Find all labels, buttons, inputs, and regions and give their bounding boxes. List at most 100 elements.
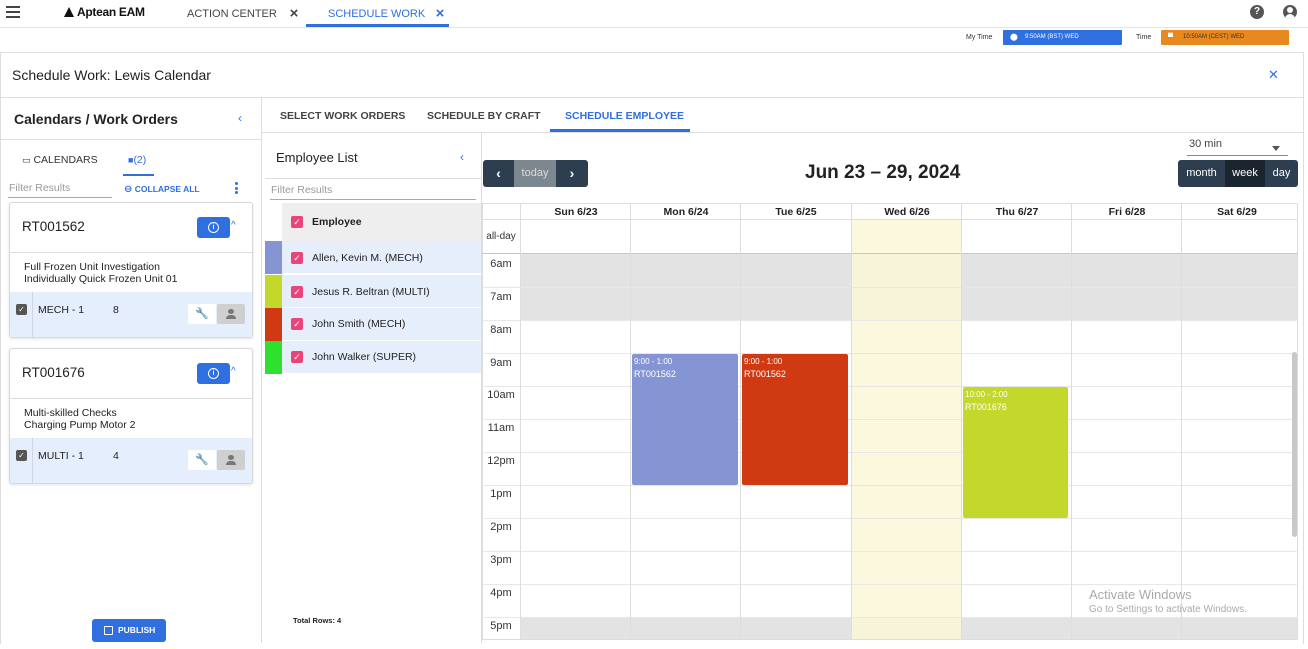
activation-watermark: Activate Windows xyxy=(1089,587,1192,602)
prev-week-button[interactable]: ‹ xyxy=(483,160,514,187)
hour-label: 3pm xyxy=(490,554,512,566)
collapse-left-panel-icon[interactable]: ‹ xyxy=(238,111,242,125)
hour-label: 2pm xyxy=(490,521,512,533)
total-rows: Total Rows: 4 xyxy=(293,616,342,625)
event-title: RT001562 xyxy=(744,369,786,379)
left-filter-input[interactable]: Filter Results xyxy=(9,182,70,194)
publish-button[interactable]: PUBLISH xyxy=(92,619,166,642)
close-icon[interactable]: ✕ xyxy=(1268,67,1279,83)
work-order-id: RT001562 xyxy=(22,219,85,234)
chevron-down-icon xyxy=(1272,146,1280,151)
my-time-display: ⬤ 9:50AM (BST) WED xyxy=(1003,30,1122,45)
chevron-up-icon[interactable]: ^ xyxy=(231,220,236,231)
close-tab-action-center-icon[interactable]: × xyxy=(288,6,300,21)
hour-label: 8am xyxy=(490,324,512,336)
work-order-description: Full Frozen Unit Investigation xyxy=(24,261,160,273)
day-header: Tue 6/25 xyxy=(775,206,817,218)
info-button[interactable]: i xyxy=(197,217,230,238)
hour-label: 7am xyxy=(490,291,512,303)
time-label: Time xyxy=(1136,34,1152,41)
employee-name: John Walker (SUPER) xyxy=(312,351,417,363)
employee-column-header: Employee xyxy=(312,216,362,228)
my-time-label: My Time xyxy=(966,34,993,41)
employee-name: John Smith (MECH) xyxy=(312,318,406,330)
chevron-up-icon[interactable]: ^ xyxy=(231,366,236,377)
calendar-title: Jun 23 – 29, 2024 xyxy=(805,162,961,183)
info-icon: i xyxy=(208,368,219,379)
select-all-checkbox[interactable]: ✓ xyxy=(291,216,303,228)
hour-label: 6am xyxy=(490,258,512,270)
work-order-asset: Individually Quick Frozen Unit 01 xyxy=(24,273,178,285)
user-account-icon[interactable] xyxy=(1283,5,1297,19)
employee-checkbox[interactable]: ✓ xyxy=(291,351,303,363)
craft-checkbox[interactable]: ✓ xyxy=(16,304,27,315)
event-title: RT001562 xyxy=(634,369,676,379)
left-panel-title: Calendars / Work Orders xyxy=(14,111,178,127)
craft-checkbox[interactable]: ✓ xyxy=(16,450,27,461)
calendar-event[interactable]: 10:00 - 2:00 RT001676 xyxy=(963,387,1068,518)
top-bar: Aptean EAM ACTION CENTER × SCHEDULE WORK… xyxy=(0,0,1308,28)
work-order-description: Multi-skilled Checks xyxy=(24,407,117,419)
hour-label: 12pm xyxy=(487,455,515,467)
day-header: Sat 6/29 xyxy=(1217,206,1257,218)
hamburger-menu-icon[interactable] xyxy=(6,6,20,18)
next-week-button[interactable]: › xyxy=(556,160,588,187)
employee-name: Jesus R. Beltran (MULTI) xyxy=(312,286,430,298)
time-display: ▀ 10:50AM (CEST) WED xyxy=(1161,30,1289,45)
calendar-grid[interactable] xyxy=(482,203,1298,640)
employee-filter-input[interactable]: Filter Results xyxy=(271,184,332,196)
collapse-employee-list-icon[interactable]: ‹ xyxy=(460,150,464,164)
page-title: Schedule Work: Lewis Calendar xyxy=(12,67,211,83)
more-options-icon[interactable] xyxy=(235,182,238,196)
assign-person-icon[interactable] xyxy=(217,450,245,470)
employee-checkbox[interactable]: ✓ xyxy=(291,252,303,264)
assign-person-icon[interactable] xyxy=(217,304,245,324)
work-order-asset: Charging Pump Motor 2 xyxy=(24,419,136,431)
info-button[interactable]: i xyxy=(197,363,230,384)
tab-action-center[interactable]: ACTION CENTER xyxy=(187,0,277,28)
craft-label: MECH - 1 xyxy=(38,304,85,316)
tab-schedule-employee[interactable]: SCHEDULE EMPLOYEE xyxy=(565,110,684,122)
left-tab-indicator xyxy=(123,174,154,176)
wrench-icon[interactable]: 🔧 xyxy=(188,304,216,324)
calendar-event[interactable]: 9:00 - 1:00 RT001562 xyxy=(742,354,848,485)
view-month-button[interactable]: month xyxy=(1178,160,1225,187)
tab-work-orders[interactable]: ■(2) xyxy=(128,154,146,166)
hour-label: 5pm xyxy=(490,620,512,632)
minus-circle-icon: ⊖ xyxy=(124,184,133,195)
slot-duration-select[interactable]: 30 min xyxy=(1187,138,1288,156)
activation-watermark-sub: Go to Settings to activate Windows. xyxy=(1089,604,1247,615)
event-time: 9:00 - 1:00 xyxy=(634,357,673,366)
hour-label: 9am xyxy=(490,357,512,369)
day-header: Wed 6/26 xyxy=(884,206,930,218)
tab-calendars[interactable]: ▭ CALENDARS xyxy=(22,154,98,166)
today-button[interactable]: today xyxy=(514,160,556,187)
collapse-all-button[interactable]: ⊖ COLLAPSE ALL xyxy=(124,184,200,195)
calendar-event[interactable]: 9:00 - 1:00 RT001562 xyxy=(632,354,738,485)
building-icon: ▀ xyxy=(1168,34,1173,41)
employee-color-swatch xyxy=(265,275,282,308)
wrench-icon[interactable]: 🔧 xyxy=(188,450,216,470)
craft-hours: 4 xyxy=(113,450,119,462)
event-time: 9:00 - 1:00 xyxy=(744,357,783,366)
help-icon[interactable]: ? xyxy=(1250,5,1264,19)
employee-name: Allen, Kevin M. (MECH) xyxy=(312,252,423,264)
employee-checkbox[interactable]: ✓ xyxy=(291,318,303,330)
hour-label: 10am xyxy=(487,389,515,401)
event-title: RT001676 xyxy=(965,402,1007,412)
employee-color-swatch xyxy=(265,341,282,374)
close-tab-schedule-work-icon[interactable]: × xyxy=(434,6,446,21)
tab-select-work-orders[interactable]: SELECT WORK ORDERS xyxy=(280,110,405,122)
employee-list-title: Employee List xyxy=(276,150,358,165)
calendar-icon: ▭ xyxy=(22,155,31,165)
calendar-scrollbar[interactable] xyxy=(1292,352,1297,537)
craft-label: MULTI - 1 xyxy=(38,450,84,462)
event-time: 10:00 - 2:00 xyxy=(965,390,1008,399)
view-week-button[interactable]: week xyxy=(1225,160,1265,187)
view-day-button[interactable]: day xyxy=(1265,160,1298,187)
active-tab-indicator xyxy=(306,24,449,27)
tab-schedule-by-craft[interactable]: SCHEDULE BY CRAFT xyxy=(427,110,541,122)
employee-color-swatch xyxy=(265,308,282,341)
day-header: Sun 6/23 xyxy=(554,206,598,218)
employee-checkbox[interactable]: ✓ xyxy=(291,286,303,298)
